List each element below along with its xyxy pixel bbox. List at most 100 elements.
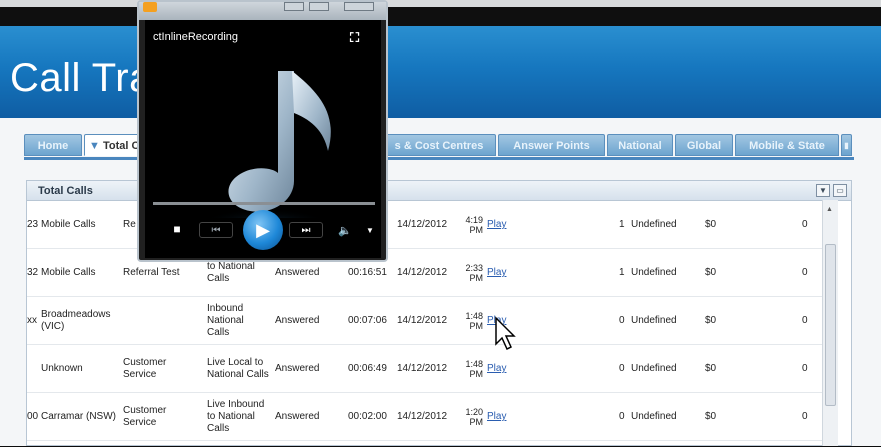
panel-title: Total Calls (38, 185, 93, 197)
player-titlebar (139, 2, 386, 20)
tab-mobile-state-label: Mobile & State (749, 140, 825, 152)
mouse-cursor-icon (495, 316, 516, 351)
row-id: 23 (27, 219, 39, 230)
player-maximize-button[interactable] (309, 2, 329, 11)
play-link[interactable]: Play (487, 219, 506, 231)
volume-dropdown[interactable]: ▼ (365, 224, 375, 236)
player-title: ctInlineRecording (153, 31, 238, 43)
row-cost: $0 (705, 363, 717, 374)
tab-national-label: National (618, 140, 662, 152)
panel-collapse-button[interactable]: ▼ (816, 184, 830, 197)
row-name: Mobile Calls (41, 219, 96, 230)
row-group: Customer Service (123, 357, 167, 380)
scroll-thumb[interactable] (825, 244, 836, 406)
row-cost: $0 (705, 411, 717, 422)
row-time-hm: 1:20 (465, 407, 483, 417)
row-duration: 00:07:06 (348, 315, 387, 326)
music-note-icon (200, 71, 340, 218)
row-time: 2:33 PM (457, 249, 483, 297)
row-name: Unknown (41, 363, 83, 374)
row-id: 32 (27, 267, 39, 278)
table-row[interactable]: xx Broadmeadows (VIC) Inbound National C… (27, 297, 837, 345)
chevron-down-icon: ▼ (819, 186, 827, 195)
play-link[interactable]: Play (487, 267, 506, 279)
app-title: Call Tra (10, 56, 152, 100)
tab-national[interactable]: National (607, 134, 673, 156)
tab-global[interactable]: Global (675, 134, 733, 156)
row-zero: 0 (802, 219, 808, 230)
row-date: 14/12/2012 (397, 315, 448, 326)
row-name: Broadmeadows (VIC) (41, 309, 111, 332)
previous-icon: ⏮ (211, 224, 221, 236)
filter-icon: ▼ (89, 140, 100, 152)
row-type: Live Local to National Calls (207, 357, 269, 380)
stop-icon: ■ (173, 222, 181, 236)
switch-view-icon[interactable]: ⛶ (350, 30, 359, 46)
row-time: 1:20 PM (457, 393, 483, 441)
row-id: xx (27, 315, 37, 326)
row-duration: 00:02:00 (348, 411, 387, 422)
tab-cost-centres-label: s & Cost Centres (394, 140, 484, 152)
row-zero: 0 (802, 315, 808, 326)
panel-maximize-button[interactable]: ▭ (833, 184, 847, 197)
tab-cost-centres[interactable]: s & Cost Centres (382, 134, 496, 156)
row-time-ampm: PM (469, 369, 484, 379)
row-date: 14/12/2012 (397, 411, 448, 422)
row-time: 1:48 PM (457, 297, 483, 345)
row-time-ampm: PM (469, 417, 484, 427)
row-type: Inbound National Calls (207, 303, 244, 338)
tab-scroll-right[interactable]: ▮ (841, 134, 852, 156)
volume-button[interactable]: 🔈 (337, 222, 353, 238)
row-time-hm: 1:48 (465, 359, 483, 369)
row-name: Mobile Calls (41, 267, 96, 278)
row-duration: 00:06:49 (348, 363, 387, 374)
row-time-hm: 2:33 (465, 263, 483, 273)
tab-total-calls[interactable]: ▼ Total C (84, 134, 144, 156)
maximize-icon: ▭ (836, 186, 844, 195)
tab-global-label: Global (686, 140, 722, 152)
table-row[interactable]: 00 Carramar (NSW) Customer Service Live … (27, 393, 837, 441)
stop-button[interactable]: ■ (170, 222, 184, 236)
row-zero: 0 (802, 411, 808, 422)
row-time-ampm: PM (469, 273, 484, 283)
row-status: Answered (275, 411, 320, 422)
row-date: 14/12/2012 (397, 219, 448, 230)
row-time-ampm: PM (469, 225, 484, 235)
row-result: Undefined (631, 363, 677, 374)
previous-button[interactable]: ⏮ (199, 222, 233, 238)
play-button[interactable]: ▶ (243, 210, 283, 250)
vertical-scrollbar[interactable]: ▲ (822, 200, 838, 446)
play-icon: ▶ (256, 219, 270, 240)
player-close-button[interactable] (344, 2, 374, 11)
row-result: Undefined (631, 219, 677, 230)
tab-home-label: Home (37, 140, 69, 152)
play-link[interactable]: Play (487, 411, 506, 423)
play-link[interactable]: Play (487, 363, 506, 375)
row-cost: $0 (705, 219, 717, 230)
media-player-window: ctInlineRecording ⛶ ■ ⏮ ▶ ⏭ 🔈 ▼ (137, 0, 388, 262)
row-status: Answered (275, 315, 320, 326)
media-player-icon (143, 2, 157, 12)
tab-answer-points[interactable]: Answer Points (498, 134, 605, 156)
row-time-hm: 4:19 (465, 215, 483, 225)
player-minimize-button[interactable] (284, 2, 304, 11)
row-id: 00 (27, 411, 39, 422)
row-result: Undefined (631, 315, 677, 326)
scroll-up-icon[interactable]: ▲ (826, 206, 833, 213)
row-id (27, 345, 41, 393)
tab-scroll-icon: ▮ (844, 141, 849, 150)
row-date: 14/12/2012 (397, 363, 448, 374)
volume-icon: 🔈 (338, 224, 352, 237)
tab-home[interactable]: Home (24, 134, 82, 156)
row-group: Customer Service (123, 405, 167, 428)
next-button[interactable]: ⏭ (289, 222, 323, 238)
seek-bar[interactable] (153, 202, 375, 205)
row-time: 4:19 PM (457, 201, 483, 249)
table-row[interactable]: Unknown Customer Service Live Local to N… (27, 345, 837, 393)
row-name: Carramar (NSW) (41, 411, 116, 422)
row-result: Undefined (631, 267, 677, 278)
row-type: Live Inbound to National Calls (207, 399, 265, 434)
tab-total-calls-label: Total C (102, 140, 140, 152)
volume-dropdown-icon: ▼ (366, 225, 374, 235)
tab-mobile-state[interactable]: Mobile & State (735, 134, 839, 156)
